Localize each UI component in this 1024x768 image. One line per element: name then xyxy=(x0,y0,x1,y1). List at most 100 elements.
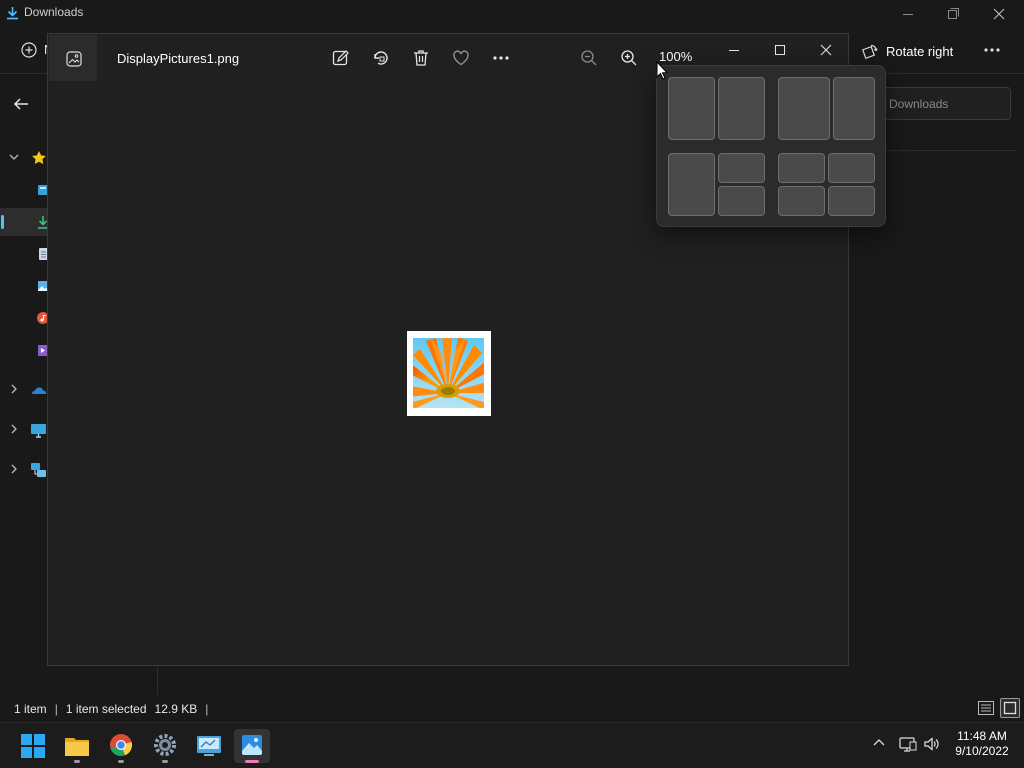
status-size: 12.9 KB xyxy=(154,702,198,716)
snap-layouts-flyout xyxy=(656,65,886,227)
edit-image-button[interactable] xyxy=(331,48,351,68)
chevron-down-icon[interactable] xyxy=(9,152,19,162)
search-input[interactable]: Downloads xyxy=(880,87,1011,120)
start-icon xyxy=(21,734,45,758)
photos-app-button[interactable] xyxy=(49,35,97,81)
rotate-right-icon xyxy=(862,43,878,59)
photos-app-icon xyxy=(66,51,82,67)
more-icon xyxy=(493,56,509,60)
nav-item-quick-access[interactable] xyxy=(0,147,48,169)
taskbar-chrome[interactable] xyxy=(103,729,139,763)
mouse-cursor-icon xyxy=(656,61,668,81)
music-icon xyxy=(31,310,47,326)
new-icon[interactable] xyxy=(20,41,38,59)
nav-item-network[interactable] xyxy=(0,459,48,481)
pictures-icon xyxy=(31,278,47,294)
nav-item-onedrive[interactable] xyxy=(0,379,48,401)
snap-zone-quad-bottom-right[interactable] xyxy=(828,186,875,216)
photos-icon xyxy=(242,735,262,755)
chevron-right-icon[interactable] xyxy=(9,384,19,394)
desktop-icon xyxy=(31,182,47,198)
favorite-icon xyxy=(453,50,469,66)
file-explorer-icon xyxy=(65,738,89,756)
clock-date: 9/10/2022 xyxy=(955,744,1009,758)
nav-item-downloads[interactable] xyxy=(0,211,48,233)
nav-pane-splitter[interactable] xyxy=(157,665,158,695)
nav-item-desktop[interactable] xyxy=(0,179,48,201)
running-indicator xyxy=(74,760,80,763)
close-button[interactable] xyxy=(984,4,1014,24)
snap-zone-narrow-right[interactable] xyxy=(833,77,875,140)
status-separator: | xyxy=(54,702,58,716)
document-icon xyxy=(31,246,47,262)
zoom-in-icon xyxy=(621,50,637,66)
large-icons-view-icon[interactable] xyxy=(1000,698,1020,718)
restore-button[interactable] xyxy=(938,4,968,24)
onedrive-icon xyxy=(31,382,47,398)
rotate-button[interactable] xyxy=(371,48,391,68)
details-view-icon[interactable] xyxy=(977,699,995,717)
nav-item-this-pc[interactable] xyxy=(0,419,48,441)
status-item-count: 1 item xyxy=(14,702,47,716)
nav-item-documents[interactable] xyxy=(0,243,48,265)
status-selection: 1 item selected xyxy=(65,702,147,716)
taskbar-control-panel[interactable] xyxy=(191,729,227,763)
snap-zone-half-right[interactable] xyxy=(718,77,765,140)
taskbar-settings[interactable] xyxy=(147,729,183,763)
taskbar: 11:48 AM 9/10/2022 xyxy=(0,722,1024,768)
snap-zone-quad-top-left[interactable] xyxy=(778,153,825,183)
nav-item-music[interactable] xyxy=(0,307,48,329)
status-bar: 1 item | 1 item selected 12.9 KB | xyxy=(14,702,208,716)
minimize-button[interactable] xyxy=(893,4,923,24)
chrome-icon xyxy=(110,734,133,757)
zoom-out-icon xyxy=(581,50,597,66)
chevron-up-icon[interactable] xyxy=(872,736,886,750)
network-icon xyxy=(31,462,47,478)
snap-zone-top-right[interactable] xyxy=(718,153,765,183)
favorite-button[interactable] xyxy=(451,48,471,68)
status-separator: | xyxy=(205,702,209,716)
column-header-divider xyxy=(880,150,1016,151)
snap-zone-quad-bottom-left[interactable] xyxy=(778,186,825,216)
explorer-titlebar[interactable]: Downloads xyxy=(0,0,1024,30)
photos-close-button[interactable] xyxy=(816,43,836,57)
chevron-right-icon[interactable] xyxy=(9,464,19,474)
active-indicator xyxy=(245,760,259,763)
nav-item-videos[interactable] xyxy=(0,339,48,361)
photos-minimize-button[interactable] xyxy=(724,43,744,57)
running-indicator xyxy=(118,760,124,763)
running-indicator xyxy=(162,760,168,763)
explorer-title: Downloads xyxy=(24,5,84,19)
network-icon[interactable] xyxy=(899,736,917,752)
photo-filename: DisplayPictures1.png xyxy=(117,51,240,66)
system-clock[interactable]: 11:48 AM 9/10/2022 xyxy=(950,729,1014,759)
this-pc-icon xyxy=(31,422,47,438)
back-arrow-icon[interactable] xyxy=(12,96,30,112)
taskbar-file-explorer[interactable] xyxy=(59,729,95,763)
snap-zone-half-left[interactable] xyxy=(668,77,715,140)
snap-zone-main-left[interactable] xyxy=(668,153,715,216)
download-icon xyxy=(31,214,47,230)
delete-button[interactable] xyxy=(411,48,431,68)
photo-image[interactable] xyxy=(407,331,491,416)
photos-maximize-button[interactable] xyxy=(770,43,790,57)
delete-icon xyxy=(414,50,428,66)
more-options-icon[interactable] xyxy=(982,44,1002,56)
snap-zone-bottom-right[interactable] xyxy=(718,186,765,216)
more-button[interactable] xyxy=(491,48,511,68)
chevron-right-icon[interactable] xyxy=(9,424,19,434)
rotate-right-button[interactable]: Rotate right xyxy=(862,40,953,62)
snap-zone-wide-left[interactable] xyxy=(778,77,830,140)
zoom-out-button[interactable] xyxy=(579,48,599,68)
clock-time: 11:48 AM xyxy=(957,729,1007,743)
volume-icon[interactable] xyxy=(923,736,941,752)
taskbar-photos[interactable] xyxy=(234,729,270,763)
zoom-in-button[interactable] xyxy=(619,48,639,68)
start-button[interactable] xyxy=(15,729,51,763)
search-placeholder: Downloads xyxy=(889,97,949,111)
edit-icon xyxy=(332,50,349,66)
settings-icon xyxy=(154,734,176,756)
snap-zone-quad-top-right[interactable] xyxy=(828,153,875,183)
videos-icon xyxy=(31,342,47,358)
nav-item-pictures[interactable] xyxy=(0,275,48,297)
